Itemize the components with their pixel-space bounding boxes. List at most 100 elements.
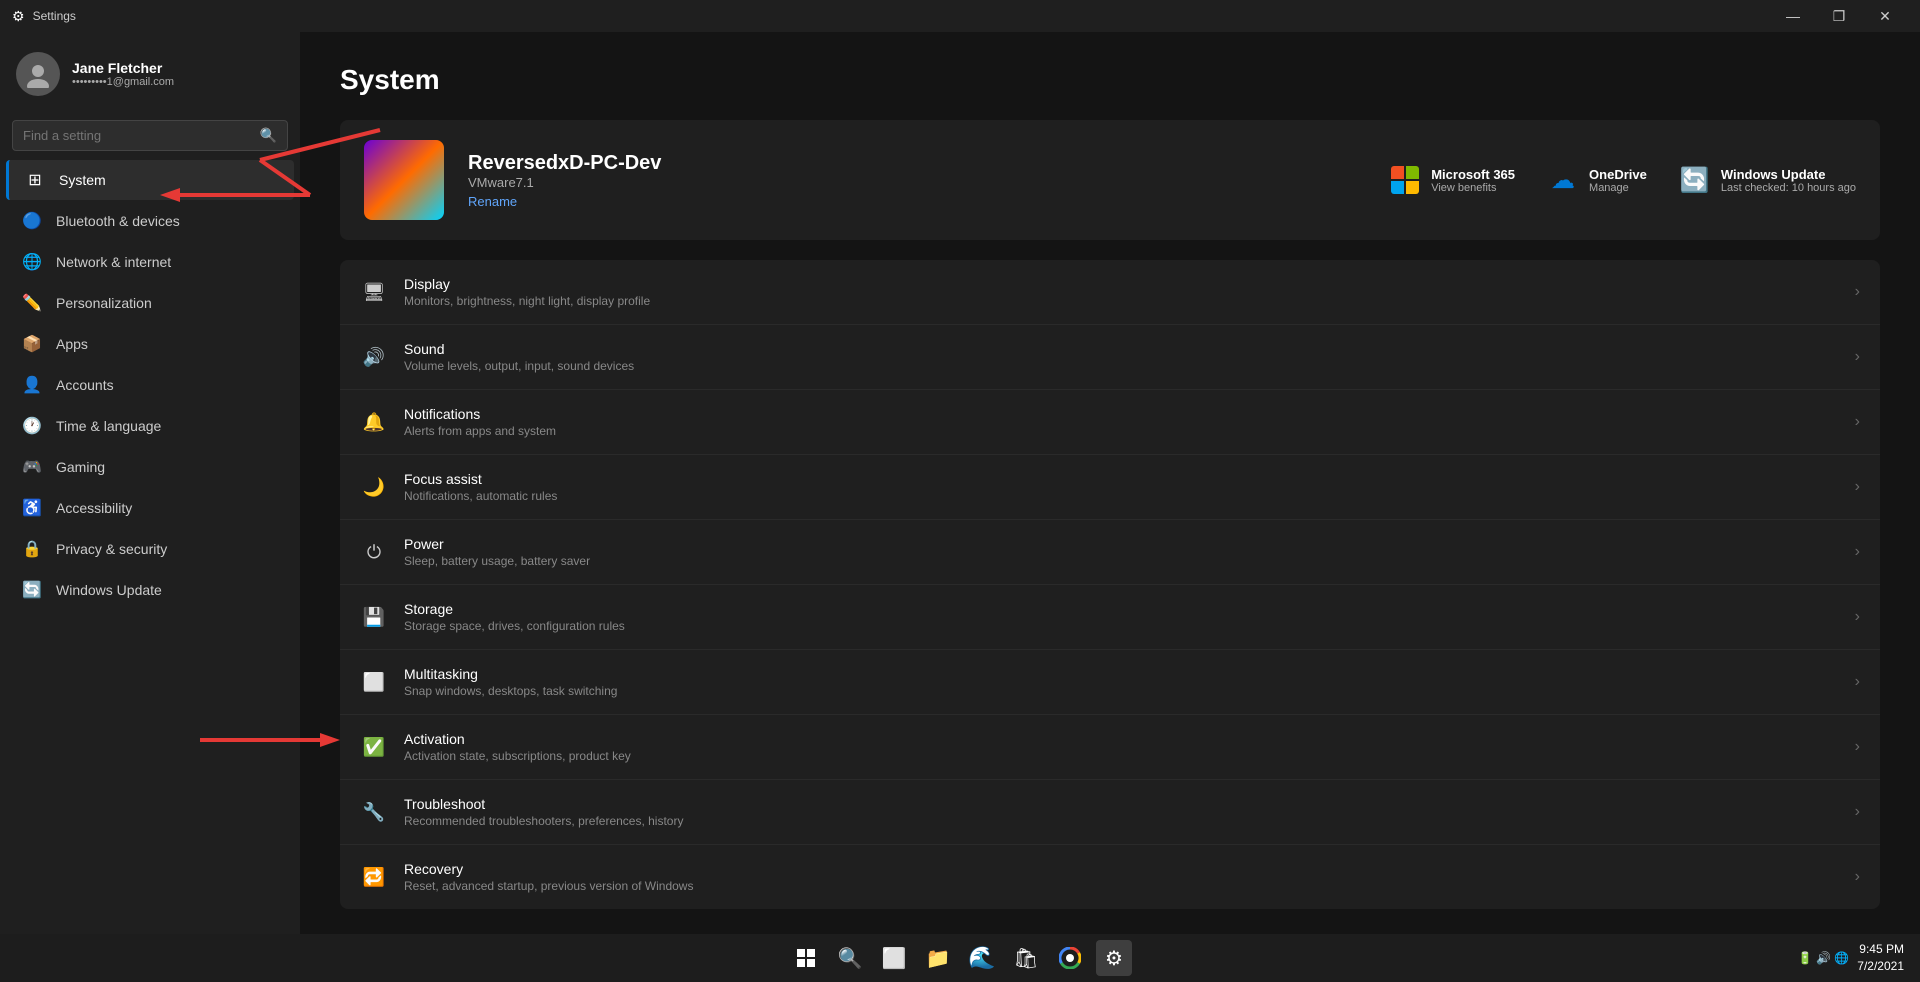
sidebar-item-personalization[interactable]: ✏️ Personalization — [6, 283, 294, 323]
apps-icon: 📦 — [22, 334, 42, 354]
settings-item-storage[interactable]: 💾 Storage Storage space, drives, configu… — [340, 585, 1880, 650]
storage-chevron: › — [1855, 608, 1860, 626]
sidebar-item-system[interactable]: ⊞ System — [6, 160, 294, 200]
display-chevron: › — [1855, 283, 1860, 301]
pc-card: ReversedxD-PC-Dev VMware7.1 Rename Micro… — [340, 120, 1880, 240]
sidebar-item-accounts[interactable]: 👤 Accounts — [6, 365, 294, 405]
taskbar-time: 9:45 PM 7/2/2021 — [1857, 941, 1904, 975]
title-bar-title: Settings — [33, 9, 76, 23]
maximize-button[interactable]: ❐ — [1816, 0, 1862, 32]
taskbar-taskview[interactable]: ⬜ — [876, 940, 912, 976]
sidebar-item-privacy[interactable]: 🔒 Privacy & security — [6, 529, 294, 569]
display-desc: Monitors, brightness, night light, displ… — [404, 294, 1839, 308]
settings-list: 🖥 Display Monitors, brightness, night li… — [340, 260, 1880, 909]
accounts-icon: 👤 — [22, 375, 42, 395]
onedrive-sub: Manage — [1589, 182, 1647, 194]
sidebar-item-gaming[interactable]: 🎮 Gaming — [6, 447, 294, 487]
focus-title: Focus assist — [404, 471, 1839, 487]
focus-desc: Notifications, automatic rules — [404, 489, 1839, 503]
personalization-icon: ✏️ — [22, 293, 42, 313]
multitasking-icon: ⬜ — [360, 668, 388, 696]
taskbar-right: 🔋 🔊 🌐 9:45 PM 7/2/2021 — [1798, 941, 1904, 975]
sound-icon: 🔊 — [360, 343, 388, 371]
onedrive-icon-wrap: ☁ — [1547, 164, 1579, 196]
taskbar-edge[interactable]: 🌊 — [964, 940, 1000, 976]
sound-text: Sound Volume levels, output, input, soun… — [404, 341, 1839, 373]
power-icon: ⏻ — [360, 538, 388, 566]
sidebar-item-accessibility[interactable]: ♿ Accessibility — [6, 488, 294, 528]
taskbar-settings-active[interactable]: ⚙ — [1096, 940, 1132, 976]
recovery-desc: Reset, advanced startup, previous versio… — [404, 879, 1839, 893]
notifications-desc: Alerts from apps and system — [404, 424, 1839, 438]
sound-chevron: › — [1855, 348, 1860, 366]
notifications-chevron: › — [1855, 413, 1860, 431]
page-title: System — [340, 64, 1880, 96]
sidebar-item-update[interactable]: 🔄 Windows Update — [6, 570, 294, 610]
taskbar-search[interactable]: 🔍 — [832, 940, 868, 976]
storage-desc: Storage space, drives, configuration rul… — [404, 619, 1839, 633]
settings-item-sound[interactable]: 🔊 Sound Volume levels, output, input, so… — [340, 325, 1880, 390]
power-desc: Sleep, battery usage, battery saver — [404, 554, 1839, 568]
sidebar-item-label: Accounts — [56, 377, 114, 393]
onedrive-icon: ☁ — [1551, 166, 1575, 195]
avatar — [16, 52, 60, 96]
settings-item-recovery[interactable]: 🔁 Recovery Reset, advanced startup, prev… — [340, 845, 1880, 909]
pc-info: ReversedxD-PC-Dev VMware7.1 Rename — [468, 152, 1365, 209]
settings-item-power[interactable]: ⏻ Power Sleep, battery usage, battery sa… — [340, 520, 1880, 585]
taskbar-explorer[interactable]: 📁 — [920, 940, 956, 976]
service-ms365[interactable]: Microsoft 365 View benefits — [1389, 164, 1515, 196]
multitasking-text: Multitasking Snap windows, desktops, tas… — [404, 666, 1839, 698]
network-icon: 🌐 — [22, 252, 42, 272]
ms365-text: Microsoft 365 View benefits — [1431, 167, 1515, 194]
settings-item-display[interactable]: 🖥 Display Monitors, brightness, night li… — [340, 260, 1880, 325]
pc-image — [364, 140, 444, 220]
minimize-button[interactable]: — — [1770, 0, 1816, 32]
service-winupdate[interactable]: 🔄 Windows Update Last checked: 10 hours … — [1679, 164, 1856, 196]
onedrive-name: OneDrive — [1589, 167, 1647, 182]
pc-rename-link[interactable]: Rename — [468, 194, 1365, 209]
winupdate-sub: Last checked: 10 hours ago — [1721, 182, 1856, 194]
pc-name: ReversedxD-PC-Dev — [468, 152, 1365, 175]
start-button[interactable] — [788, 940, 824, 976]
activation-title: Activation — [404, 731, 1839, 747]
title-bar: ⚙ Settings — ❐ ✕ — [0, 0, 1920, 32]
accessibility-icon: ♿ — [22, 498, 42, 518]
taskbar-chrome[interactable] — [1052, 940, 1088, 976]
recovery-text: Recovery Reset, advanced startup, previo… — [404, 861, 1839, 893]
close-button[interactable]: ✕ — [1862, 0, 1908, 32]
settings-item-focus[interactable]: 🌙 Focus assist Notifications, automatic … — [340, 455, 1880, 520]
sidebar-item-time[interactable]: 🕐 Time & language — [6, 406, 294, 446]
user-email: •••••••••1@gmail.com — [72, 76, 174, 88]
sidebar-item-network[interactable]: 🌐 Network & internet — [6, 242, 294, 282]
notifications-title: Notifications — [404, 406, 1839, 422]
sidebar-item-bluetooth[interactable]: 🔵 Bluetooth & devices — [6, 201, 294, 241]
settings-item-troubleshoot[interactable]: 🔧 Troubleshoot Recommended troubleshoote… — [340, 780, 1880, 845]
display-text: Display Monitors, brightness, night ligh… — [404, 276, 1839, 308]
recovery-icon: 🔁 — [360, 863, 388, 891]
taskbar-system-icons: 🔋 🔊 🌐 — [1798, 951, 1850, 965]
activation-icon: ✅ — [360, 733, 388, 761]
onedrive-text: OneDrive Manage — [1589, 167, 1647, 194]
taskbar-store[interactable]: 🛍 — [1008, 940, 1044, 976]
sidebar-item-apps[interactable]: 📦 Apps — [6, 324, 294, 364]
sidebar-item-label: Time & language — [56, 418, 161, 434]
troubleshoot-desc: Recommended troubleshooters, preferences… — [404, 814, 1839, 828]
settings-item-notifications[interactable]: 🔔 Notifications Alerts from apps and sys… — [340, 390, 1880, 455]
privacy-icon: 🔒 — [22, 539, 42, 559]
settings-item-activation[interactable]: ✅ Activation Activation state, subscript… — [340, 715, 1880, 780]
user-name: Jane Fletcher — [72, 60, 174, 76]
winupdate-text: Windows Update Last checked: 10 hours ag… — [1721, 167, 1856, 194]
settings-item-multitasking[interactable]: ⬜ Multitasking Snap windows, desktops, t… — [340, 650, 1880, 715]
troubleshoot-text: Troubleshoot Recommended troubleshooters… — [404, 796, 1839, 828]
ms365-sub: View benefits — [1431, 182, 1515, 194]
app-body: Jane Fletcher •••••••••1@gmail.com 🔍 ⊞ S… — [0, 32, 1920, 934]
display-icon: 🖥 — [360, 278, 388, 306]
display-title: Display — [404, 276, 1839, 292]
recovery-title: Recovery — [404, 861, 1839, 877]
search-input[interactable] — [23, 128, 252, 143]
sidebar-user[interactable]: Jane Fletcher •••••••••1@gmail.com — [0, 32, 300, 116]
gaming-icon: 🎮 — [22, 457, 42, 477]
search-box[interactable]: 🔍 — [12, 120, 288, 151]
multitasking-desc: Snap windows, desktops, task switching — [404, 684, 1839, 698]
service-onedrive[interactable]: ☁ OneDrive Manage — [1547, 164, 1647, 196]
